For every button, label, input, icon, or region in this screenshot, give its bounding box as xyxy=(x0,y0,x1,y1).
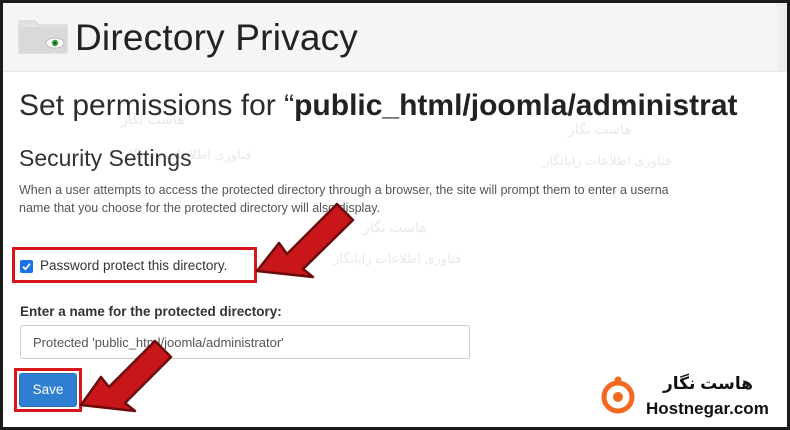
brand-name-fa: هاست نگار xyxy=(663,374,754,393)
watermark-brand-3-text: هاست نگار xyxy=(363,219,427,235)
description-text: When a user attempts to access the prote… xyxy=(19,181,787,217)
red-arrow-checkbox-icon xyxy=(255,202,355,279)
password-protect-checkbox[interactable] xyxy=(20,260,33,273)
page-header: Directory Privacy xyxy=(3,3,787,72)
description-line-2: name that you choose for the protected d… xyxy=(19,201,381,215)
red-arrow-save-icon xyxy=(79,339,173,413)
watermark-brand-2: هاست نگار xyxy=(568,121,632,138)
directory-path: public_html/joomla/administrat xyxy=(294,89,738,122)
watermark-brand-3: هاست نگار xyxy=(363,219,427,236)
password-protect-label[interactable]: Password protect this directory. xyxy=(40,258,227,273)
directory-privacy-page: Directory Privacy هاست نگار فناوری اطلاع… xyxy=(3,3,787,427)
watermark-brand-2-text: هاست نگار xyxy=(568,121,632,137)
page-title: Directory Privacy xyxy=(75,17,358,58)
directory-name-label: Enter a name for the protected directory… xyxy=(20,304,282,319)
hostnegar-logo-icon xyxy=(601,376,635,414)
header-edge xyxy=(777,3,787,71)
checkmark-icon xyxy=(22,263,31,271)
description-line-1: When a user attempts to access the prote… xyxy=(19,183,669,197)
folder-eye-icon xyxy=(18,20,68,54)
watermark-tagline-2-text: فناوری اطلاعات رایانگار xyxy=(543,153,672,168)
section-title: Security Settings xyxy=(19,145,192,171)
permissions-heading: Set permissions for “public_html/joomla/… xyxy=(19,89,738,123)
watermark-tagline-2: فناوری اطلاعات رایانگار xyxy=(543,153,671,169)
brand-name-en: Hostnegar.com xyxy=(646,399,769,418)
permissions-heading-prefix: Set permissions for “ xyxy=(19,89,295,122)
save-button[interactable]: Save xyxy=(19,373,77,407)
